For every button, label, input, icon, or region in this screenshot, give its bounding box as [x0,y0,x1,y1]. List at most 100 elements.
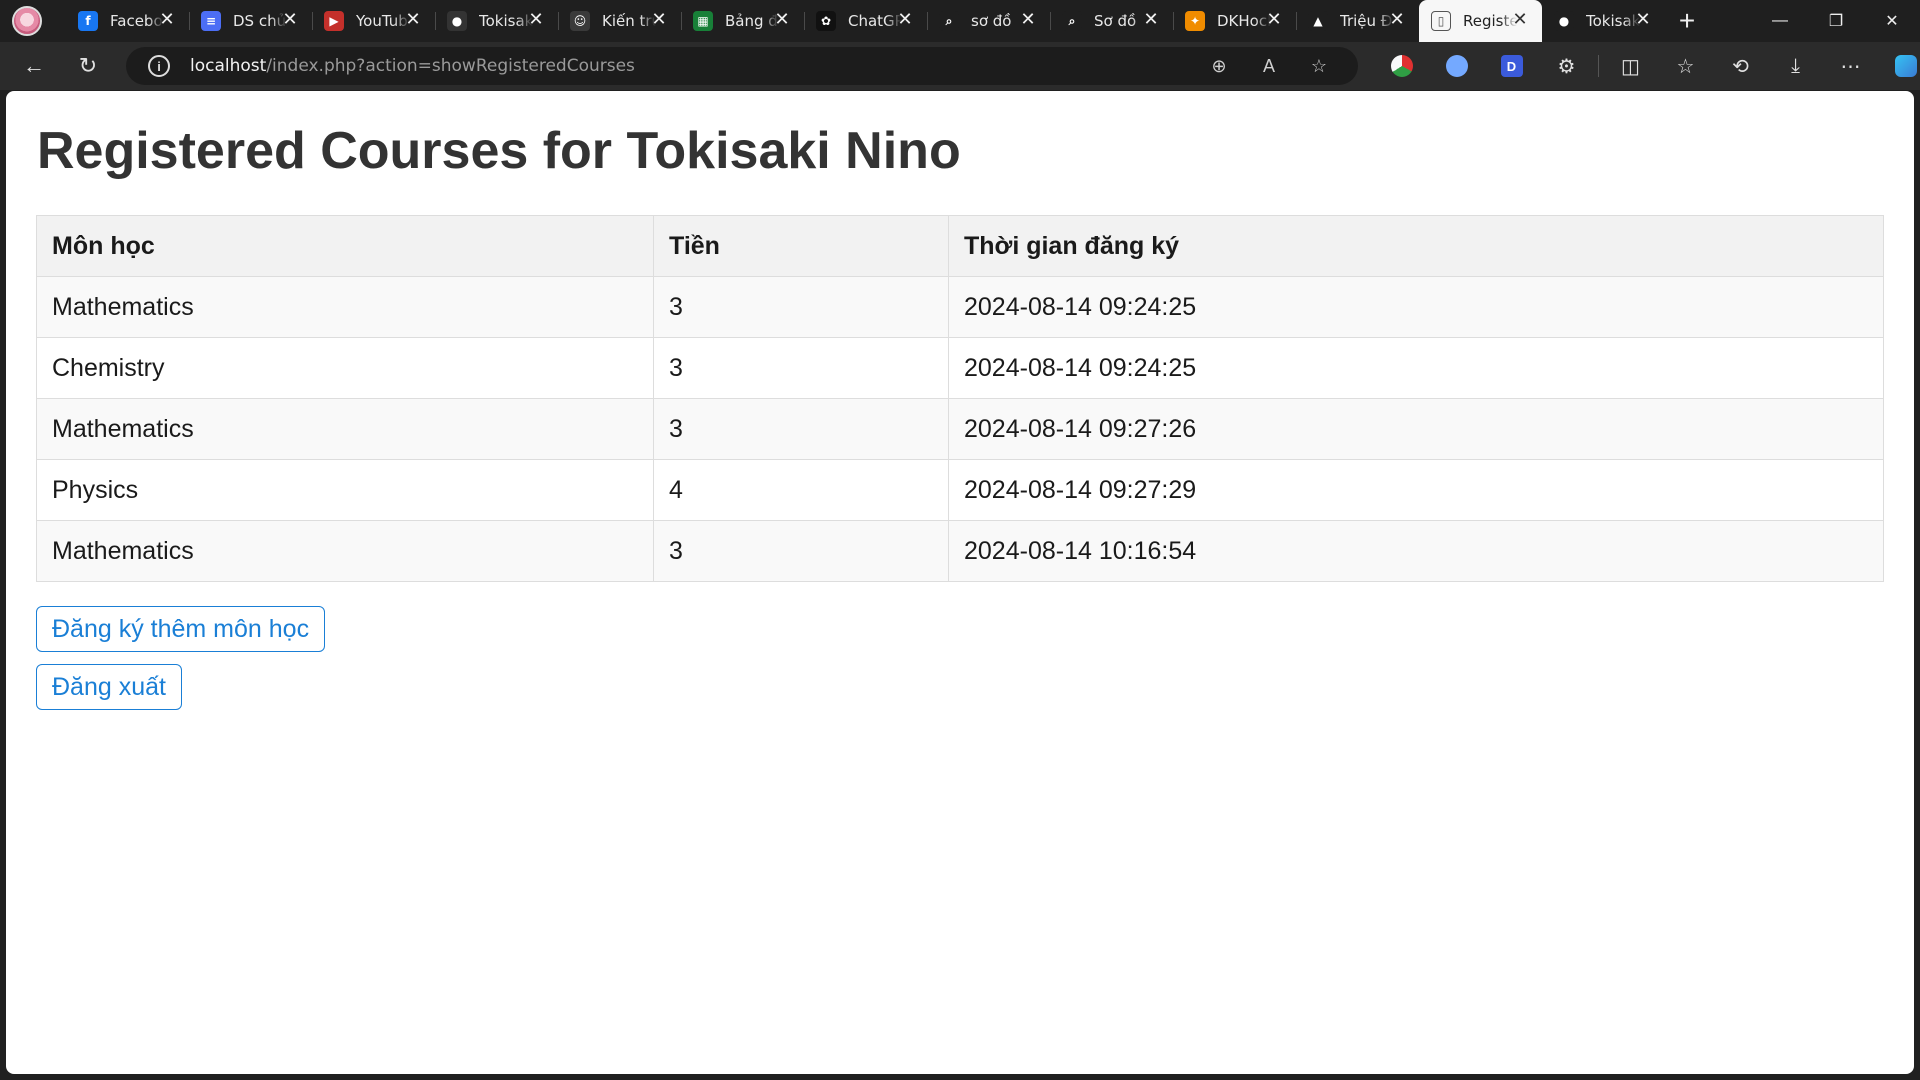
cell-credits: 4 [653,459,949,521]
close-tab-icon[interactable]: ✕ [772,10,792,30]
table-row: Mathematics 3 2024-08-14 10:16:54 [36,520,1884,582]
split-screen-icon[interactable]: ◫ [1603,46,1658,86]
minimize-icon[interactable]: — [1752,0,1808,42]
tab-title: Tokisaki [479,12,533,30]
back-icon[interactable]: ← [14,46,54,86]
favorites-icon[interactable]: ☆ [1658,46,1713,86]
url-text[interactable]: localhost/index.php?action=showRegistere… [190,56,635,76]
favorite-star-icon[interactable]: ☆ [1294,46,1344,86]
tab-title: Sơ đồ [1094,12,1137,30]
sheets-icon: ▦ [693,11,713,31]
new-tab-button[interactable]: + [1665,0,1709,42]
drive-icon: ▲ [1308,11,1328,31]
header-subject: Môn học [36,215,654,277]
close-window-icon[interactable]: ✕ [1864,0,1920,42]
site-info-icon[interactable]: i [148,55,170,77]
page-viewport: Registered Courses for Tokisaki Nino Môn… [6,91,1914,1074]
close-tab-icon[interactable]: ✕ [649,10,669,30]
cell-registered-time: 2024-08-14 10:16:54 [948,520,1884,582]
window-controls: — ❐ ✕ [1752,0,1920,42]
table-row: Mathematics 3 2024-08-14 09:27:26 [36,398,1884,460]
browser-tab[interactable]: ⌕ Sơ đồ ✕ [1050,0,1173,42]
tab-title: Facebook [110,12,164,30]
logout-button[interactable]: Đăng xuất [36,664,182,710]
cell-subject: Mathematics [36,520,654,582]
cell-registered-time: 2024-08-14 09:27:26 [948,398,1884,460]
tab-title: Triệu Đô [1340,12,1394,30]
read-aloud-icon[interactable]: A [1244,46,1294,86]
downloads-icon[interactable]: ⤓ [1768,46,1823,86]
chatgpt-icon: ✿ [816,11,836,31]
register-more-courses-button[interactable]: Đăng ký thêm môn học [36,606,326,652]
tab-title: Tokisaki [1586,12,1640,30]
zoom-icon[interactable]: ⊕ [1194,46,1244,86]
close-tab-icon[interactable]: ✕ [526,10,546,30]
cell-registered-time: 2024-08-14 09:27:29 [948,459,1884,521]
close-tab-icon[interactable]: ✕ [403,10,423,30]
github-icon: ● [1554,11,1574,31]
browser-tab[interactable]: ✦ DKHocPhan✕ [1173,0,1296,42]
cell-credits: 3 [653,520,949,582]
tab-title: ChatGPT [848,12,902,30]
registered-courses-table: Môn học Tiền Thời gian đăng ký Mathemati… [36,215,1884,582]
toolbar-divider [1598,55,1599,77]
browser-tab[interactable]: ▯ Registered✕ [1419,0,1542,42]
address-bar[interactable]: i localhost/index.php?action=showRegiste… [126,47,1358,85]
browser-tab[interactable]: ☺ Kiến trúc✕ [558,0,681,42]
browser-tab[interactable]: f Facebook✕ [66,0,189,42]
cell-subject: Physics [36,459,654,521]
copilot-icon[interactable] [1878,46,1920,86]
browser-tab[interactable]: ● Tokisaki ✕ [435,0,558,42]
tab-title: DKHocPhan [1217,12,1271,30]
url-host: localhost [190,56,267,76]
extensions-puzzle-icon[interactable]: ⚙ [1539,46,1594,86]
more-menu-icon[interactable]: ⋯ [1823,46,1878,86]
extensions-area: D ⚙ ◫ ☆ ⟲ ⤓ ⋯ [1374,46,1920,86]
table-row: Chemistry 3 2024-08-14 09:24:25 [36,337,1884,399]
tab-strip: fFacebook✕≡DS chủ✕▶YouTube✕●Tokisaki✕☺Ki… [0,0,1920,42]
extension-d-icon[interactable]: D [1484,46,1539,86]
cell-subject: Mathematics [36,276,654,338]
address-actions: ⊕ A ☆ [1194,47,1344,85]
tab-title: YouTube [356,12,410,30]
cell-subject: Chemistry [36,337,654,399]
dkhp-icon: ✦ [1185,11,1205,31]
close-tab-icon[interactable]: ✕ [1387,10,1407,30]
tab-title: DS chủ [233,12,287,30]
page-title: Registered Courses for Tokisaki Nino [37,122,961,180]
github-icon: ● [447,11,467,31]
extension-colorful-icon[interactable] [1374,46,1429,86]
browser-tab[interactable]: ⌕ sơ đồ ✕ [927,0,1050,42]
reload-icon[interactable]: ↻ [68,46,108,86]
cell-registered-time: 2024-08-14 09:24:25 [948,337,1884,399]
browser-tab[interactable]: ▲ Triệu Đô✕ [1296,0,1419,42]
browser-tab[interactable]: ● Tokisaki ✕ [1542,0,1665,42]
url-path: /index.php?action=showRegisteredCourses [266,56,635,76]
tab-list: fFacebook✕≡DS chủ✕▶YouTube✕●Tokisaki✕☺Ki… [66,0,1665,42]
toolbar: ← ↻ i localhost/index.php?action=showReg… [0,42,1920,90]
browser-tab[interactable]: ▶ YouTube✕ [312,0,435,42]
browser-tab[interactable]: ✿ ChatGPT✕ [804,0,927,42]
browser-tab[interactable]: ▦ Bảng điểm✕ [681,0,804,42]
history-icon[interactable]: ⟲ [1713,46,1768,86]
close-tab-icon[interactable]: ✕ [1018,10,1038,30]
discord-icon: ☺ [570,11,590,31]
close-tab-icon[interactable]: ✕ [895,10,915,30]
close-tab-icon[interactable]: ✕ [1141,10,1161,30]
extension-search-icon[interactable] [1429,46,1484,86]
cell-credits: 3 [653,337,949,399]
table-row: Mathematics 3 2024-08-14 09:24:25 [36,276,1884,338]
cell-registered-time: 2024-08-14 09:24:25 [948,276,1884,338]
cell-subject: Mathematics [36,398,654,460]
browser-tab[interactable]: ≡ DS chủ ✕ [189,0,312,42]
close-tab-icon[interactable]: ✕ [1264,10,1284,30]
close-tab-icon[interactable]: ✕ [1633,10,1653,30]
docs-icon: ≡ [201,11,221,31]
close-tab-icon[interactable]: ✕ [157,10,177,30]
profile-avatar[interactable] [12,6,42,36]
restore-icon[interactable]: ❐ [1808,0,1864,42]
search-icon: ⌕ [939,11,959,31]
close-tab-icon[interactable]: ✕ [1510,10,1530,30]
tab-title: Bảng điểm [725,12,779,30]
close-tab-icon[interactable]: ✕ [280,10,300,30]
